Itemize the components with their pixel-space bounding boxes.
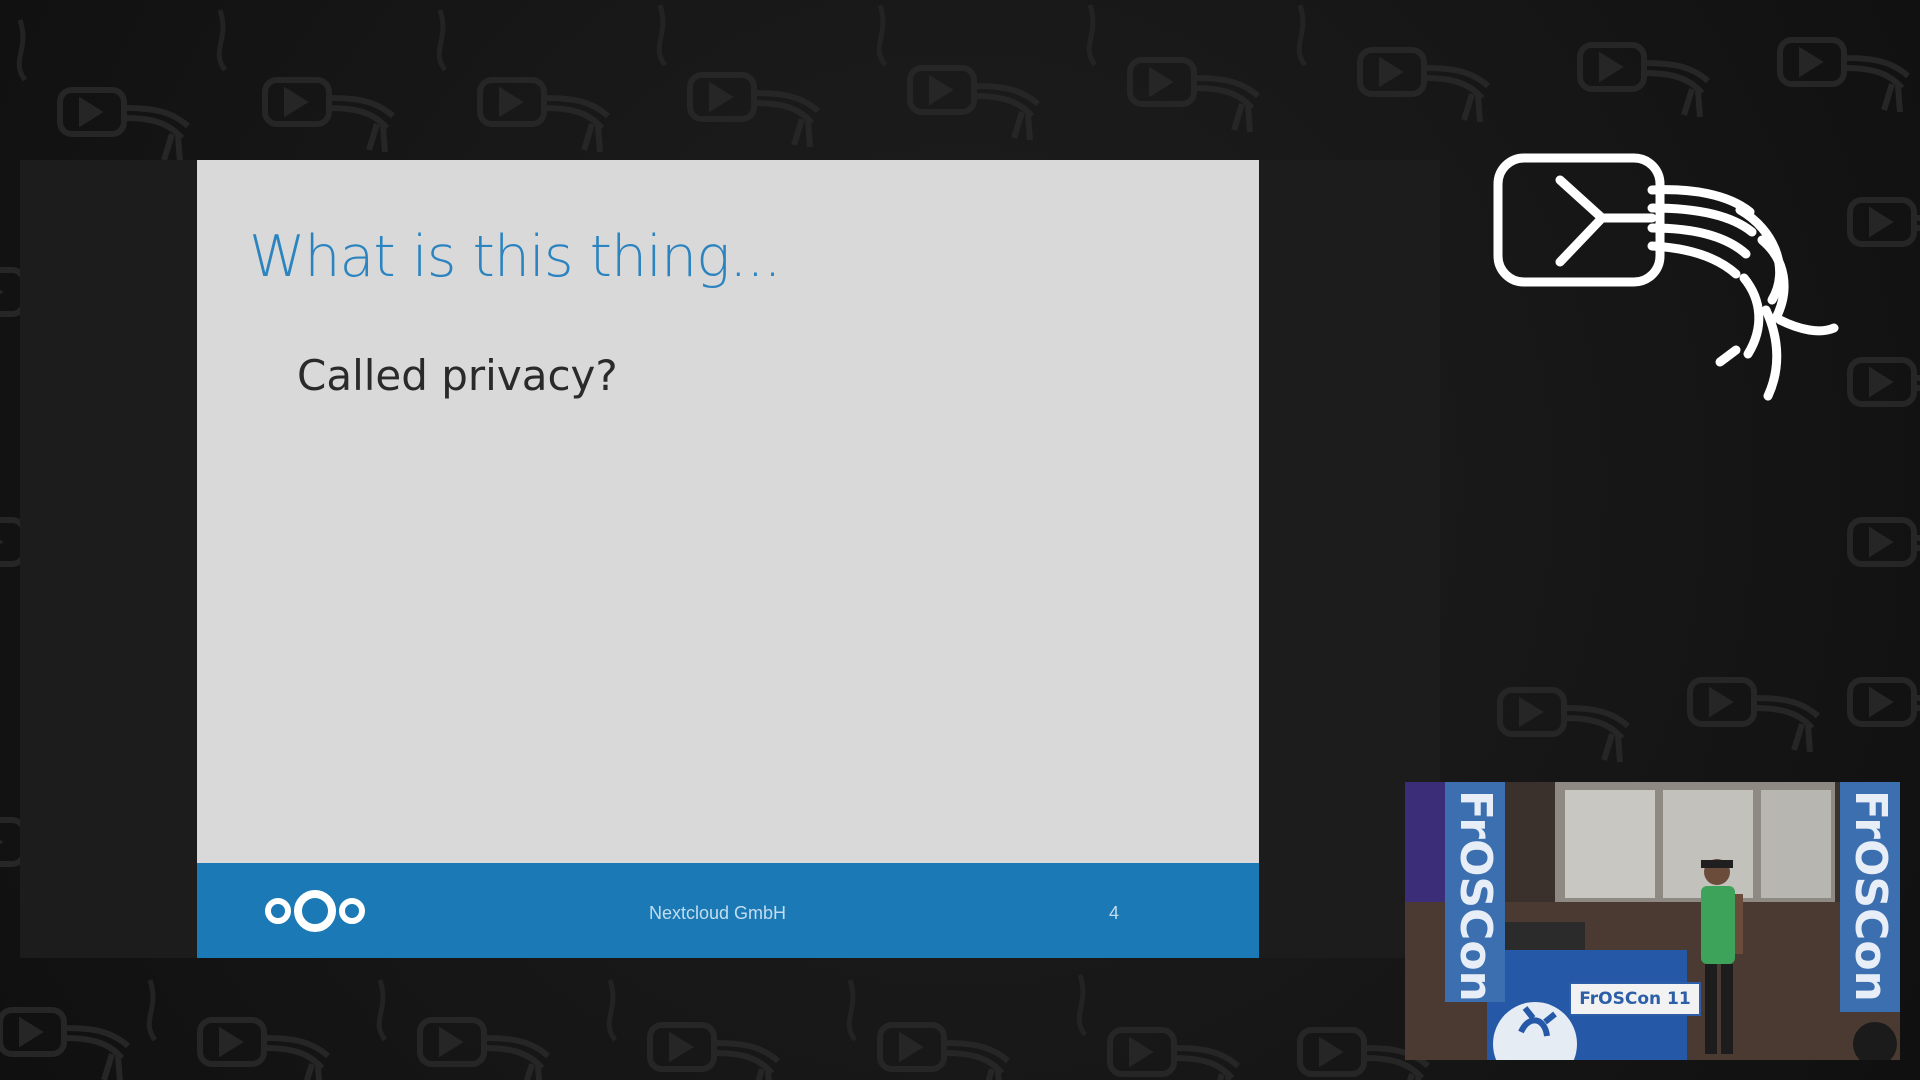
conference-stream-logo-icon xyxy=(1493,153,1839,401)
slide-page-number: 4 xyxy=(1109,903,1120,923)
froscon-banner-right-text: FrOSCon xyxy=(1845,790,1896,1002)
podium-sign: FrOSCon 11 xyxy=(1569,982,1701,1016)
speaker-video-feed: FrOSCon FrOSCon FrOSCon 11 xyxy=(1405,782,1900,1060)
slide-footer: Nextcloud GmbH 4 xyxy=(197,863,1259,958)
footer-company-name: Nextcloud GmbH xyxy=(649,903,787,923)
nextcloud-logo-icon xyxy=(265,890,365,932)
slide-bullet: Called privacy? xyxy=(297,351,618,400)
stream-canvas: What is this thing... Called privacy? Ne… xyxy=(0,0,1920,1080)
froscon-banner-left: FrOSCon xyxy=(1445,782,1505,1002)
froscon-banner-right: FrOSCon xyxy=(1840,782,1900,1012)
presentation-slide: What is this thing... Called privacy? Ne… xyxy=(197,160,1259,958)
froscon-banner-left-text: FrOSCon xyxy=(1450,790,1501,1002)
slide-title: What is this thing... xyxy=(249,224,782,290)
